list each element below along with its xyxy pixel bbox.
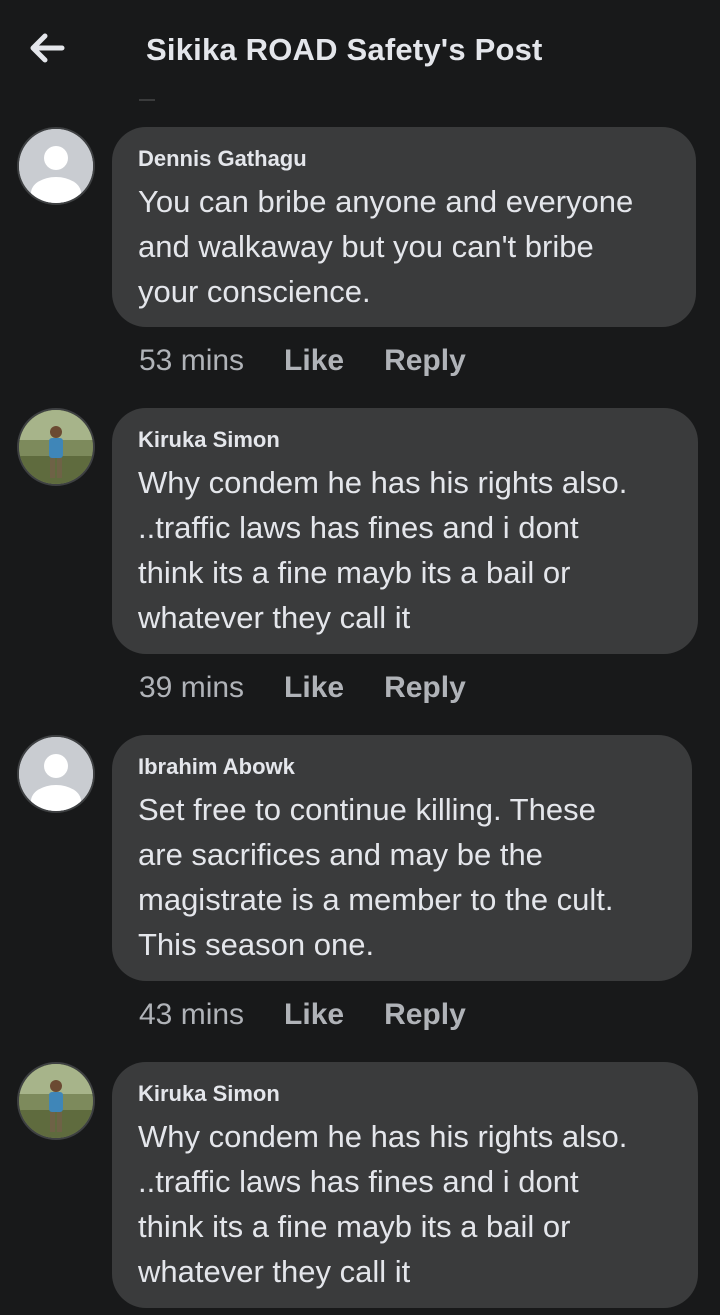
header-divider	[139, 99, 155, 101]
like-button[interactable]: Like	[284, 344, 344, 378]
reply-button[interactable]: Reply	[384, 344, 466, 378]
avatar[interactable]	[17, 735, 95, 813]
reply-button[interactable]: Reply	[384, 671, 466, 705]
avatar[interactable]	[17, 127, 95, 205]
comment-timestamp: 53 mins	[139, 344, 245, 377]
comment-bubble[interactable]: Kiruka Simon Why condem he has his right…	[112, 408, 698, 654]
comment-actions: 43 mins Like Reply	[139, 995, 506, 1035]
profile-photo	[19, 1064, 93, 1138]
comment-actions: 53 mins Like Reply	[139, 341, 506, 381]
back-button[interactable]	[22, 26, 72, 70]
comment-text: Set free to continue killing. These are …	[138, 792, 614, 962]
avatar[interactable]	[17, 408, 95, 486]
comment-bubble[interactable]: Kiruka Simon Why condem he has his right…	[112, 1062, 698, 1308]
comment-bubble[interactable]: Dennis Gathagu You can bribe anyone and …	[112, 127, 696, 327]
comment-text: Why condem he has his rights also. ..tra…	[138, 1119, 628, 1289]
default-avatar-icon	[19, 737, 93, 811]
comment-author[interactable]: Kiruka Simon	[138, 1080, 672, 1108]
default-avatar-icon	[19, 129, 93, 203]
comment-author[interactable]: Kiruka Simon	[138, 426, 672, 454]
comment-text: You can bribe anyone and everyone and wa…	[138, 184, 634, 309]
comment-bubble[interactable]: Ibrahim Abowk Set free to continue killi…	[112, 735, 692, 981]
like-button[interactable]: Like	[284, 671, 344, 705]
arrow-left-icon	[30, 33, 65, 63]
top-bar: Sikika ROAD Safety's Post	[0, 0, 720, 101]
avatar[interactable]	[17, 1062, 95, 1140]
comment-text: Why condem he has his rights also. ..tra…	[138, 465, 628, 635]
profile-photo	[19, 410, 93, 484]
comment-timestamp: 39 mins	[139, 671, 245, 704]
comment-timestamp: 43 mins	[139, 998, 245, 1031]
reply-button[interactable]: Reply	[384, 998, 466, 1032]
comment-author[interactable]: Ibrahim Abowk	[138, 753, 666, 781]
like-button[interactable]: Like	[284, 998, 344, 1032]
page-title: Sikika ROAD Safety's Post	[146, 32, 543, 67]
comment-author[interactable]: Dennis Gathagu	[138, 145, 670, 173]
comment-actions: 39 mins Like Reply	[139, 668, 506, 708]
